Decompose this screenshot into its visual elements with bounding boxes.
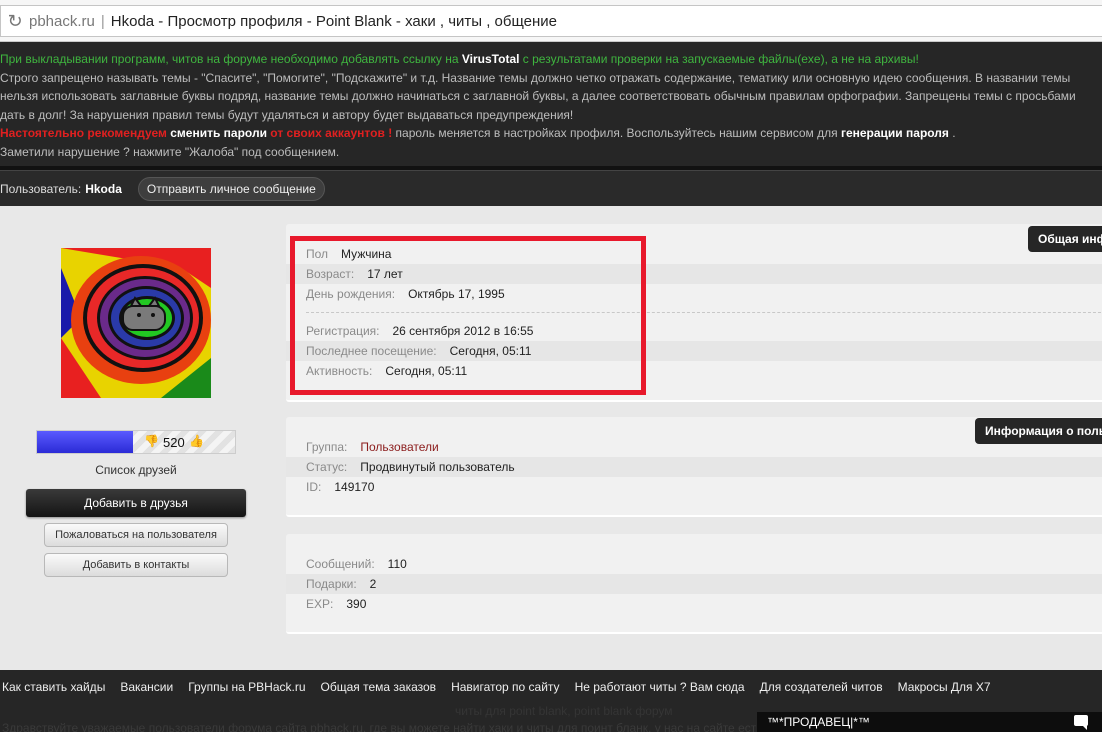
notice-warning: от своих аккаунтов !: [270, 126, 393, 140]
field-label: Подарки:: [306, 577, 357, 591]
footer-link[interactable]: Не работают читы ? Вам сюда: [575, 680, 745, 694]
reputation-fill: [37, 431, 133, 453]
notice-text: с результатами проверки на запускаемые ф…: [519, 52, 919, 66]
notice-text: При выкладывании программ, читов на фору…: [0, 52, 462, 66]
footer-link[interactable]: Как ставить хайды: [2, 680, 105, 694]
info-row-gifts: Подарки: 2: [286, 574, 1102, 594]
stats-panel: Сообщений: 110 Подарки: 2 EXP: 390: [286, 534, 1102, 634]
notice-line-3: нельзя использовать заглавные буквы подр…: [0, 89, 1076, 103]
add-friend-button[interactable]: Добавить в друзья: [26, 489, 246, 517]
info-row-status: Статус: Продвинутый пользователь: [286, 457, 1102, 477]
field-label: Группа:: [306, 440, 348, 454]
reputation-bar: 👎 520 👍: [36, 430, 236, 454]
send-message-button[interactable]: Отправить личное сообщение: [137, 176, 325, 201]
reputation-value: 520: [163, 435, 185, 450]
tab-user-info[interactable]: Информация о пользователе: [975, 418, 1102, 444]
thumbs-down-icon[interactable]: 👎: [144, 434, 159, 448]
field-value: 390: [346, 597, 367, 611]
chat-user: ™*ПРОДАВЕЦ|*™: [767, 715, 870, 729]
field-value: 149170: [334, 480, 375, 494]
field-label: ID:: [306, 480, 322, 494]
thumbs-up-icon[interactable]: 👍: [189, 434, 204, 448]
info-row-exp: EXP: 390: [286, 594, 1102, 614]
address-separator: |: [100, 12, 105, 30]
field-value: 110: [387, 557, 407, 571]
footer-seo-text: Здравствуйте уважаемые пользователи фору…: [2, 721, 763, 732]
profile-header-bar: Пользователь: Hkoda Отправить личное соо…: [0, 170, 1102, 206]
chat-icon[interactable]: [1074, 715, 1088, 730]
address-domain: pbhack.ru: [29, 12, 95, 30]
footer-nav: Как ставить хайды Вакансии Группы на PBH…: [2, 680, 1006, 694]
notice-line-1: При выкладывании программ, читов на фору…: [0, 50, 1102, 69]
add-contact-button[interactable]: Добавить в контакты: [44, 553, 228, 577]
friends-list-link[interactable]: Список друзей: [36, 463, 236, 477]
footer-link[interactable]: Для создателей читов: [760, 680, 883, 694]
rules-notice: При выкладывании программ, читов на фору…: [0, 42, 1102, 166]
reload-icon[interactable]: ↻: [1, 11, 29, 32]
report-user-button[interactable]: Пожаловаться на пользователя: [44, 523, 228, 547]
field-label: Сообщений:: [306, 557, 375, 571]
notice-line-2: Строго запрещено называть темы - "Спасит…: [0, 70, 1071, 85]
notice-line-5: Настоятельно рекомендуем сменить пароли …: [0, 124, 1102, 143]
address-bar[interactable]: ↻ pbhack.ru | Hkoda - Просмотр профиля -…: [0, 5, 1102, 37]
footer-link[interactable]: Общая тема заказов: [321, 680, 437, 694]
notice-text: .: [948, 126, 956, 140]
username[interactable]: Hkoda: [85, 182, 122, 196]
footer-link[interactable]: Макросы Для X7: [898, 680, 991, 694]
field-label: Статус:: [306, 460, 348, 474]
info-row-posts: Сообщений: 110: [286, 554, 1102, 574]
browser-toolbar: ↻ pbhack.ru | Hkoda - Просмотр профиля -…: [0, 0, 1102, 42]
virustotal-link[interactable]: VirusTotal: [462, 52, 520, 66]
notice-line-4: дать в долг! За нарушения правил темы бу…: [0, 107, 574, 122]
chat-bar[interactable]: ™*ПРОДАВЕЦ|*™: [757, 712, 1102, 732]
tab-general-info[interactable]: Общая информация: [1028, 226, 1102, 252]
footer-link[interactable]: Группы на PBHack.ru: [188, 680, 305, 694]
footer-seo-text: читы для point blank, point blank форум: [455, 704, 673, 718]
footer-link[interactable]: Навигатор по сайту: [451, 680, 560, 694]
notice-warning: Настоятельно рекомендуем: [0, 126, 167, 140]
info-row-id: ID: 149170: [286, 477, 1102, 497]
notice-text: пароль меняется в настройках профиля. Во…: [392, 126, 841, 140]
user-label: Пользователь:: [0, 181, 82, 196]
avatar: [61, 248, 211, 398]
field-label: EXP:: [306, 597, 334, 611]
footer-link[interactable]: Вакансии: [120, 680, 173, 694]
group-link[interactable]: Пользователи: [360, 440, 438, 454]
field-value: Продвинутый пользователь: [360, 460, 515, 474]
page-title: Hkoda - Просмотр профиля - Point Blank -…: [110, 12, 558, 30]
field-value: 2: [369, 577, 377, 591]
password-generator-link[interactable]: генерации пароля: [841, 126, 949, 140]
change-password-link[interactable]: сменить пароли: [170, 126, 267, 140]
highlight-box: [290, 236, 646, 395]
notice-line-6: Заметили нарушение ? нажмите "Жалоба" по…: [0, 144, 340, 159]
